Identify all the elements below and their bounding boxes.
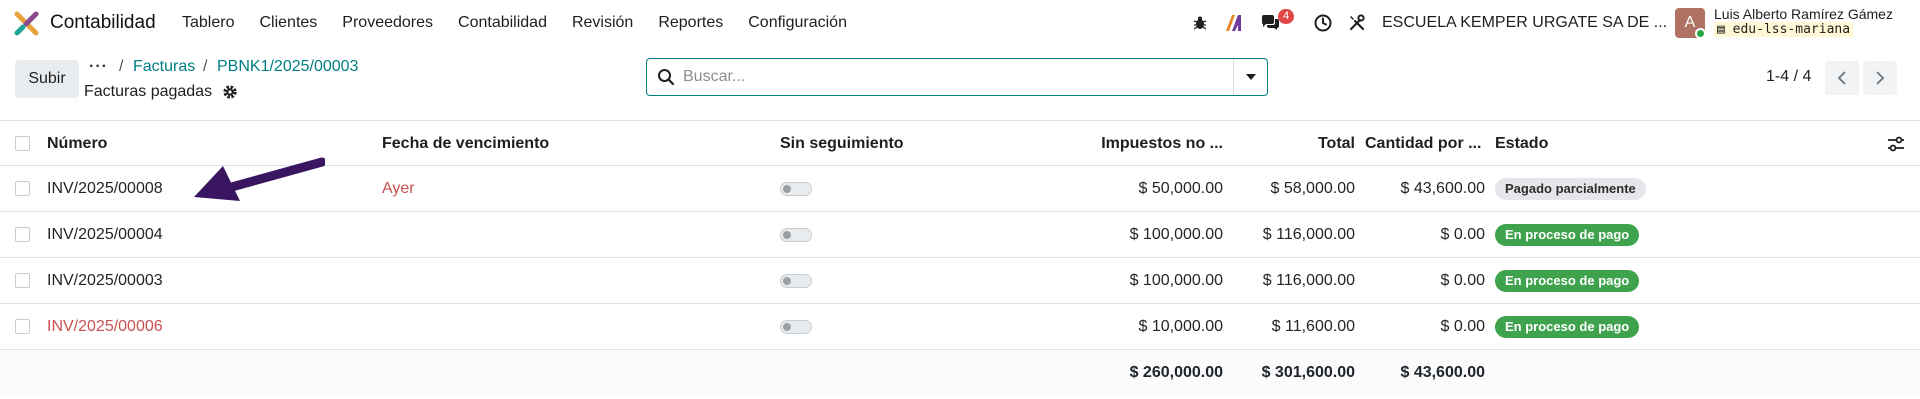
select-all-checkbox[interactable] [15,136,30,151]
top-navbar: Contabilidad Tablero Clientes Proveedore… [0,0,1920,46]
breadcrumb-more-button[interactable]: ··· [89,58,108,76]
search-input[interactable] [683,64,1223,90]
menu-item-reportes[interactable]: Reportes [658,14,723,32]
breadcrumb-separator: / [119,58,124,75]
amount-due[interactable]: $ 0.00 [1365,304,1485,349]
table-row[interactable]: INV/2025/00003 $ 100,000.00 $ 116,000.00… [0,258,1920,304]
gear-icon[interactable] [222,84,238,100]
table-row[interactable]: INV/2025/00006 $ 10,000.00 $ 11,600.00 $… [0,304,1920,350]
menu-item-revision[interactable]: Revisión [572,14,633,32]
no-followup-toggle[interactable] [780,320,812,334]
status-cell[interactable]: En proceso de pago [1495,258,1640,303]
column-header-number[interactable]: Número [47,121,107,166]
total-amount[interactable]: $ 11,600.00 [1233,304,1355,349]
chevron-right-icon [1876,71,1885,85]
column-header-status[interactable]: Estado [1495,121,1548,166]
due-date[interactable]: Ayer [382,166,415,211]
clock-icon[interactable] [1312,12,1334,34]
status-badge: En proceso de pago [1495,315,1640,338]
page-title: Facturas pagadas [84,83,213,100]
status-cell[interactable]: Pagado parcialmente [1495,166,1646,211]
search-options-toggle[interactable] [1233,59,1267,94]
table-row[interactable]: INV/2025/00004 $ 100,000.00 $ 116,000.00… [0,212,1920,258]
breadcrumb-facturas[interactable]: Facturas [133,58,195,76]
menu-item-contabilidad[interactable]: Contabilidad [458,14,547,32]
no-followup-toggle[interactable] [780,228,812,242]
total-amount[interactable]: $ 116,000.00 [1233,212,1355,257]
column-header-amount-due[interactable]: Cantidad por ... [1365,121,1481,166]
total-amount[interactable]: $ 116,000.00 [1233,258,1355,303]
search-icon [658,69,675,86]
breadcrumb-separator: / [203,58,208,75]
pager-value[interactable]: 1-4 / 4 [1766,68,1811,86]
no-followup-toggle[interactable] [780,182,812,196]
company-switcher[interactable]: ESCUELA KEMPER URGATE SA DE ... [1382,14,1667,32]
ai-icon[interactable] [1223,12,1245,34]
invoice-number[interactable]: INV/2025/00003 [47,258,163,303]
status-cell[interactable]: En proceso de pago [1495,304,1640,349]
menu-item-configuracion[interactable]: Configuración [748,14,847,32]
tax-excluded-amount[interactable]: $ 100,000.00 [1020,212,1223,257]
user-name[interactable]: Luis Alberto Ramírez Gámez [1714,6,1893,22]
column-header-no-followup[interactable]: Sin seguimiento [780,121,904,166]
online-status-dot [1695,28,1706,39]
bug-icon[interactable] [1189,12,1211,34]
row-checkbox[interactable] [15,181,30,196]
amount-due[interactable]: $ 0.00 [1365,212,1485,257]
tax-excluded-amount[interactable]: $ 100,000.00 [1020,258,1223,303]
column-header-total[interactable]: Total [1233,121,1355,166]
chat-count-badge: 4 [1278,9,1295,24]
database-label: edu-lss-mariana [1732,22,1851,37]
grand-total: $ 301,600.00 [1261,364,1355,381]
total-amount[interactable]: $ 58,000.00 [1233,166,1355,211]
database-name: ▤ edu-lss-mariana [1714,22,1854,37]
pager-previous-button[interactable] [1825,61,1859,95]
amount-due[interactable]: $ 0.00 [1365,258,1485,303]
table-row[interactable]: INV/2025/00008 Ayer $ 50,000.00 $ 58,000… [0,166,1920,212]
main-menu: Tablero Clientes Proveedores Contabilida… [182,14,872,32]
row-checkbox[interactable] [15,273,30,288]
search-bar [646,58,1268,96]
invoice-number[interactable]: INV/2025/00008 [47,166,163,211]
tax-excluded-amount[interactable]: $ 10,000.00 [1020,304,1223,349]
column-adjust-icon[interactable] [1886,134,1906,154]
no-followup-toggle[interactable] [780,274,812,288]
breadcrumb-current-record[interactable]: PBNK1/2025/00003 [217,58,358,76]
table-header: Número Fecha de vencimiento Sin seguimie… [0,120,1920,166]
caret-down-icon [1245,73,1256,80]
pager-next-button[interactable] [1863,61,1897,95]
menu-item-tablero[interactable]: Tablero [182,14,234,32]
database-icon: ▤ [1717,22,1733,37]
total-tax-excluded: $ 260,000.00 [1129,364,1223,381]
status-badge: En proceso de pago [1495,223,1640,246]
row-checkbox[interactable] [15,319,30,334]
status-badge: En proceso de pago [1495,269,1640,292]
upload-button[interactable]: Subir [15,60,79,98]
chevron-left-icon [1837,71,1846,85]
amount-due[interactable]: $ 43,600.00 [1365,166,1485,211]
totals-row: $ 260,000.00 $ 301,600.00 $ 43,600.00 [0,350,1920,398]
app-logo-icon[interactable] [14,11,39,36]
invoice-number[interactable]: INV/2025/00006 [47,304,163,349]
total-amount-due: $ 43,600.00 [1400,364,1485,381]
column-header-due-date[interactable]: Fecha de vencimiento [382,121,549,166]
column-header-tax-excluded[interactable]: Impuestos no ... [1020,121,1223,166]
invoice-number[interactable]: INV/2025/00004 [47,212,163,257]
row-checkbox[interactable] [15,227,30,242]
menu-item-proveedores[interactable]: Proveedores [342,14,433,32]
app-name[interactable]: Contabilidad [50,12,156,34]
tax-excluded-amount[interactable]: $ 50,000.00 [1020,166,1223,211]
status-cell[interactable]: En proceso de pago [1495,212,1640,257]
tools-icon[interactable] [1346,12,1368,34]
status-badge: Pagado parcialmente [1495,177,1646,200]
menu-item-clientes[interactable]: Clientes [259,14,317,32]
